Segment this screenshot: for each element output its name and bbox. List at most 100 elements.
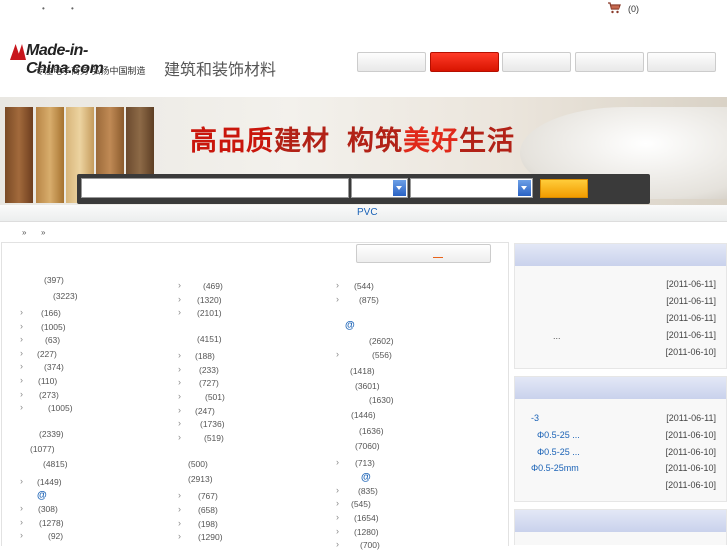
product-date: [2011-06-10] <box>665 430 716 440</box>
product-link[interactable]: Φ0.5-25mm <box>531 463 579 473</box>
news-panel-1-header <box>515 244 726 266</box>
category-arrow-icon: › <box>178 518 181 528</box>
news-date: [2011-06-11] <box>666 330 716 340</box>
nav-button-active[interactable] <box>430 52 499 72</box>
news-date: [2011-06-11] <box>666 296 716 306</box>
category-count: (2101) <box>197 308 222 318</box>
category-arrow-icon: › <box>178 405 181 415</box>
category-count: (500) <box>188 459 208 469</box>
panel-tab[interactable] <box>356 244 491 263</box>
category-arrow-icon: › <box>336 526 339 536</box>
category-count: (713) <box>355 458 375 468</box>
category-count: (544) <box>354 281 374 291</box>
category-count: (727) <box>199 378 219 388</box>
category-count: (273) <box>39 390 59 400</box>
news-panel-3-header <box>515 510 726 532</box>
search-bar <box>77 174 650 204</box>
category-count: (3601) <box>355 381 380 391</box>
category-count: (1005) <box>48 403 73 413</box>
product-link[interactable]: Φ0.5-25 ... <box>537 447 580 457</box>
category-count: (1280) <box>354 527 379 537</box>
logo-slogan: 专注电子商务 弘扬中国制造 <box>35 66 146 76</box>
category-arrow-icon: › <box>178 531 181 541</box>
search-input[interactable] <box>81 178 349 198</box>
category-arrow-icon: › <box>178 364 181 374</box>
site-logo[interactable]: Made-in-China.com 专注电子商务 弘扬中国制造 <box>10 42 150 77</box>
news-panel-3 <box>514 509 727 545</box>
keyword-bar: PVC <box>0 205 727 222</box>
category-arrow-icon: › <box>178 280 181 290</box>
cart-icon[interactable] <box>607 2 621 14</box>
category-count: (3223) <box>53 291 78 301</box>
wood-panel-2 <box>36 107 64 203</box>
top-link-1[interactable]: • <box>42 4 45 13</box>
category-count: (2913) <box>188 474 213 484</box>
nav-button-1[interactable] <box>357 52 426 72</box>
category-arrow-icon: › <box>20 503 23 513</box>
category-arrow-icon: › <box>336 539 339 549</box>
category-arrow-icon: › <box>336 485 339 495</box>
news-ellipsis[interactable]: ... <box>553 331 561 341</box>
search-button[interactable] <box>540 179 588 198</box>
product-date: [2011-06-10] <box>665 447 716 457</box>
category-count: (1278) <box>39 518 64 528</box>
category-arrow-icon: › <box>20 348 23 358</box>
category-link-at[interactable]: @ <box>345 320 355 331</box>
logo-mark <box>10 44 26 60</box>
category-count: (2602) <box>369 336 394 346</box>
banner-slogan: 高品质建材 构筑美好生活 <box>190 126 516 156</box>
category-count: (501) <box>205 392 225 402</box>
category-count: (1077) <box>30 444 55 454</box>
top-link-2[interactable]: • <box>71 4 74 13</box>
category-arrow-icon: › <box>336 457 339 467</box>
category-count: (2339) <box>39 429 64 439</box>
category-arrow-icon: › <box>336 498 339 508</box>
category-arrow-icon: › <box>336 349 339 359</box>
wood-panel-1 <box>5 107 33 203</box>
news-date: [2011-06-10] <box>665 347 716 357</box>
category-count: (247) <box>195 406 215 416</box>
product-link[interactable]: -3 <box>531 413 539 423</box>
breadcrumb-sep-1: » <box>22 228 27 237</box>
category-arrow-icon: › <box>178 504 181 514</box>
category-count: (545) <box>351 499 371 509</box>
category-count: (92) <box>48 531 64 541</box>
category-arrow-icon: › <box>336 280 339 290</box>
chevron-down-icon[interactable] <box>393 180 406 196</box>
category-count: (1636) <box>359 426 384 436</box>
category-count: (110) <box>38 376 58 386</box>
category-count: (1449) <box>37 477 62 487</box>
chevron-down-icon[interactable] <box>518 180 531 196</box>
keyword-pvc[interactable]: PVC <box>357 207 378 218</box>
category-count: (875) <box>359 295 379 305</box>
category-count: (1630) <box>369 395 394 405</box>
category-select[interactable] <box>351 178 408 198</box>
region-select[interactable] <box>410 178 533 198</box>
product-link[interactable]: Φ0.5-25 ... <box>537 430 580 440</box>
breadcrumb-sep-2: » <box>41 228 46 237</box>
category-arrow-icon: › <box>178 350 181 360</box>
category-arrow-icon: › <box>178 490 181 500</box>
category-count: (63) <box>45 335 61 345</box>
category-count: (4151) <box>197 334 222 344</box>
category-count: (658) <box>198 505 218 515</box>
category-arrow-icon: › <box>336 512 339 522</box>
category-panel <box>1 242 509 546</box>
nav-button-4[interactable] <box>575 52 644 72</box>
category-count: (1446) <box>351 410 376 420</box>
category-count: (1320) <box>197 295 222 305</box>
category-count: (519) <box>204 433 224 443</box>
site-title: 建筑和装饰材料 <box>164 62 277 79</box>
category-arrow-icon: › <box>20 321 23 331</box>
category-link-at[interactable]: @ <box>37 490 47 501</box>
cart-count[interactable]: (0) <box>628 4 639 14</box>
product-date: [2011-06-10] <box>665 480 716 490</box>
nav-button-5[interactable] <box>647 52 716 72</box>
category-arrow-icon: › <box>20 530 23 540</box>
category-link-at[interactable]: @ <box>361 472 371 483</box>
category-count: (835) <box>358 486 378 496</box>
category-arrow-icon: › <box>178 432 181 442</box>
nav-button-3[interactable] <box>502 52 571 72</box>
category-arrow-icon: › <box>20 375 23 385</box>
product-date: [2011-06-11] <box>666 413 716 423</box>
